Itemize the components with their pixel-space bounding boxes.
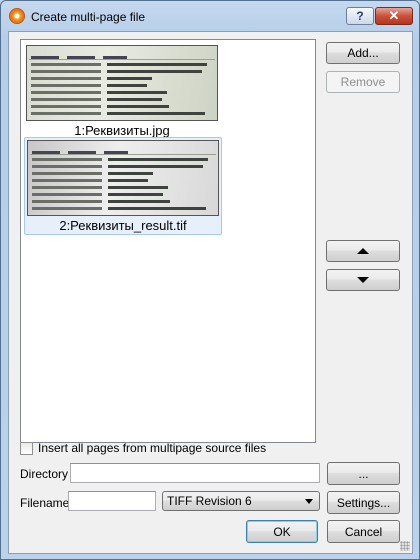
chevron-down-icon — [305, 499, 313, 504]
remove-button[interactable]: Remove — [326, 71, 400, 93]
insert-all-pages-checkbox[interactable] — [20, 441, 33, 455]
filename-label: Filename — [20, 496, 70, 510]
format-select[interactable]: TIFF Revision 6 — [162, 491, 320, 511]
app-logo-icon — [9, 8, 25, 24]
window-title: Create multi-page file — [31, 10, 146, 24]
settings-button[interactable]: Settings... — [327, 491, 400, 514]
move-down-button[interactable] — [326, 269, 400, 291]
insert-all-pages-label: Insert all pages from multipage source f… — [38, 441, 267, 455]
browse-directory-button[interactable]: ... — [327, 462, 400, 485]
page-item-selected[interactable]: 2:Реквизиты_result.tif — [24, 137, 222, 235]
cancel-button[interactable]: Cancel — [327, 520, 400, 543]
title-bar[interactable]: Create multi-page file ? ✕ — [1, 1, 419, 31]
arrow-up-icon — [357, 248, 369, 254]
arrow-down-icon — [357, 277, 369, 283]
create-multipage-dialog: Create multi-page file ? ✕ 1:Реквизиты.j… — [0, 0, 420, 560]
dialog-client-area: 1:Реквизиты.jpg 2:Реквизиты_result.tif A… — [8, 31, 413, 554]
page-caption: 1:Реквизиты.jpg — [74, 123, 170, 138]
close-button[interactable]: ✕ — [375, 7, 413, 25]
ok-button[interactable]: OK — [246, 520, 318, 543]
move-up-button[interactable] — [326, 240, 400, 262]
page-item[interactable]: 1:Реквизиты.jpg — [24, 43, 222, 141]
format-selected-value: TIFF Revision 6 — [167, 494, 252, 508]
page-thumbnail — [27, 140, 219, 216]
pages-list[interactable]: 1:Реквизиты.jpg 2:Реквизиты_result.tif — [20, 39, 316, 443]
page-thumbnail — [26, 45, 218, 121]
insert-all-pages-option[interactable]: Insert all pages from multipage source f… — [20, 441, 266, 455]
directory-label: Directory — [20, 467, 69, 481]
help-button[interactable]: ? — [346, 7, 374, 25]
page-caption: 2:Реквизиты_result.tif — [59, 218, 187, 233]
resize-grip[interactable] — [400, 541, 410, 551]
add-button[interactable]: Add... — [326, 42, 400, 64]
filename-field[interactable] — [68, 491, 156, 511]
directory-field[interactable] — [70, 463, 320, 483]
